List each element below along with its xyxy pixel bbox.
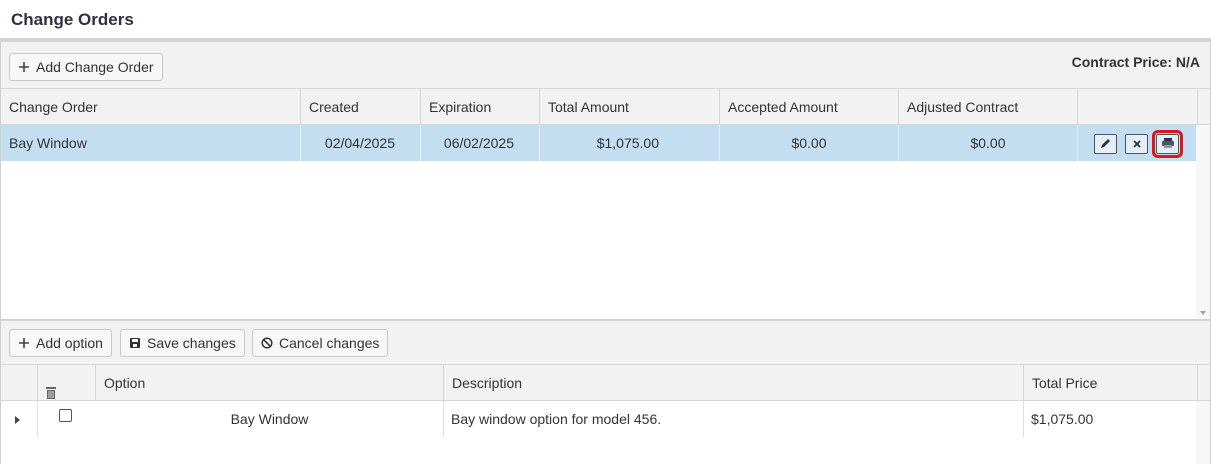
delete-button[interactable] <box>1125 134 1148 154</box>
cell-accepted-amount: $0.00 <box>720 125 899 161</box>
cell-expiration: 06/02/2025 <box>421 125 540 161</box>
column-header-created[interactable]: Created <box>301 89 421 125</box>
cell-actions <box>1078 125 1196 161</box>
column-header-expander <box>1 365 38 401</box>
close-icon <box>1132 126 1142 162</box>
cancel-icon <box>261 337 273 349</box>
column-header-total-price[interactable]: Total Price <box>1024 365 1198 401</box>
options-header: Option Description Total Price <box>1 365 1210 401</box>
change-orders-panel: Add Change Order Contract Price: N/A Cha… <box>0 42 1211 320</box>
cancel-changes-label: Cancel changes <box>279 335 380 351</box>
page-title: Change Orders <box>11 10 134 29</box>
table-row[interactable]: Bay Window Bay window option for model 4… <box>1 401 1196 437</box>
cancel-changes-button[interactable]: Cancel changes <box>252 329 389 357</box>
expand-arrow-icon[interactable] <box>15 416 20 424</box>
row-checkbox[interactable] <box>59 409 72 422</box>
change-orders-header: Change Order Created Expiration Total Am… <box>1 89 1210 125</box>
column-header-actions <box>1078 89 1198 125</box>
print-icon <box>1161 126 1175 162</box>
change-orders-toolbar: Add Change Order Contract Price: N/A <box>1 42 1210 89</box>
edit-button[interactable] <box>1094 134 1117 154</box>
cell-change-order: Bay Window <box>1 125 301 161</box>
vertical-scrollbar[interactable] <box>1196 401 1210 464</box>
vertical-scrollbar[interactable] <box>1196 125 1210 319</box>
column-header-description[interactable]: Description <box>444 365 1024 401</box>
add-option-label: Add option <box>36 335 103 351</box>
expand-cell[interactable] <box>1 401 38 437</box>
pencil-icon <box>1100 126 1111 162</box>
column-header-change-order[interactable]: Change Order <box>1 89 301 125</box>
checkbox-cell <box>38 401 96 437</box>
cell-option: Bay Window <box>96 401 444 437</box>
scroll-down-icon[interactable] <box>1200 311 1206 315</box>
column-header-delete[interactable] <box>38 365 96 401</box>
column-header-adjusted-contract[interactable]: Adjusted Contract <box>899 89 1078 125</box>
options-toolbar: Add option Save changes Cancel changes <box>1 320 1210 365</box>
add-option-button[interactable]: Add option <box>9 329 112 357</box>
save-changes-button[interactable]: Save changes <box>120 329 245 357</box>
cell-description: Bay window option for model 456. <box>444 401 1024 437</box>
cell-created: 02/04/2025 <box>301 125 421 161</box>
column-header-accepted-amount[interactable]: Accepted Amount <box>720 89 899 125</box>
plus-icon <box>18 61 30 73</box>
add-change-order-label: Add Change Order <box>36 59 154 75</box>
options-panel: Add option Save changes Cancel changes O… <box>0 320 1211 464</box>
save-changes-label: Save changes <box>147 335 236 351</box>
save-icon <box>129 337 141 349</box>
cell-adjusted-contract: $0.00 <box>899 125 1078 161</box>
column-header-expiration[interactable]: Expiration <box>421 89 540 125</box>
table-row[interactable]: Bay Window 02/04/2025 06/02/2025 $1,075.… <box>1 125 1196 161</box>
cell-total-price: $1,075.00 <box>1031 411 1094 427</box>
column-header-option[interactable]: Option <box>96 365 444 401</box>
column-header-total-amount[interactable]: Total Amount <box>540 89 720 125</box>
contract-price: Contract Price: N/A <box>1071 54 1200 70</box>
print-button[interactable] <box>1152 130 1183 158</box>
add-change-order-button[interactable]: Add Change Order <box>9 53 163 81</box>
cell-total-amount: $1,075.00 <box>540 125 720 161</box>
plus-icon <box>18 337 30 349</box>
